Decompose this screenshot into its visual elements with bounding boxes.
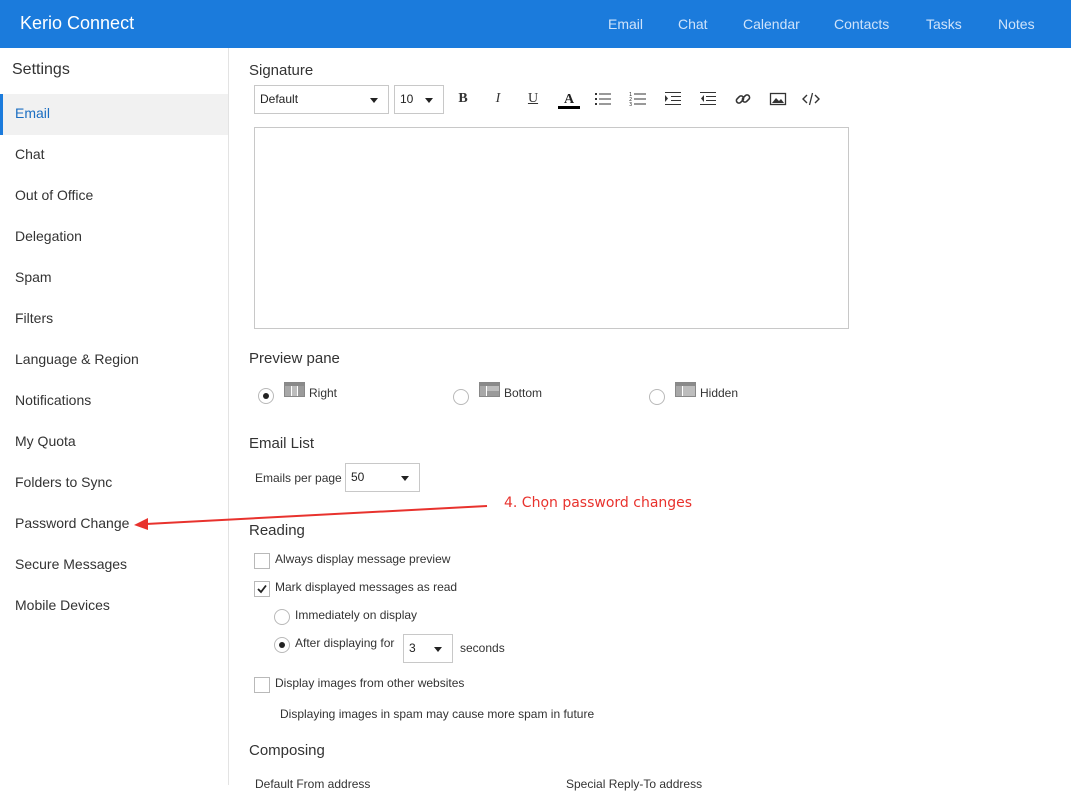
checkmark-icon [257,584,267,594]
sidebar-item-chat[interactable]: Chat [0,135,228,176]
delay-seconds-select[interactable]: 3 [403,634,453,663]
preview-bottom-radio[interactable] [453,389,469,405]
sidebar-item-filters[interactable]: Filters [0,299,228,340]
font-size-select[interactable]: 10 [394,85,444,114]
reading-title: Reading [249,522,305,539]
italic-icon[interactable]: I [486,88,510,110]
delay-seconds-value: 3 [409,641,416,655]
sidebar-item-label: Language & Region [15,351,139,367]
emails-per-page-select[interactable]: 50 [345,463,420,492]
mark-read-checkbox[interactable] [254,581,270,597]
sidebar-item-out-of-office[interactable]: Out of Office [0,176,228,217]
sidebar-item-my-quota[interactable]: My Quota [0,422,228,463]
sidebar-item-label: Folders to Sync [15,474,113,490]
sidebar-item-label: Out of Office [15,187,94,203]
nav-tasks[interactable]: Tasks [926,16,962,32]
nav-chat[interactable]: Chat [678,16,708,32]
immediately-label: Immediately on display [295,608,418,622]
mark-read-label: Mark displayed messages as read [275,580,458,594]
preview-pane-title: Preview pane [249,350,340,367]
bold-icon[interactable]: B [451,88,475,110]
sidebar-item-label: Notifications [15,392,92,408]
email-list-title: Email List [249,435,315,452]
link-icon[interactable] [731,88,755,110]
composing-title: Composing [249,742,325,759]
nav-contacts[interactable]: Contacts [834,16,889,32]
default-from-label: Default From address [255,777,371,791]
chevron-down-icon [401,476,409,481]
annotation-text: 4. Chọn password changes [504,495,693,511]
chevron-down-icon [434,647,442,652]
preview-right-radio[interactable] [258,388,274,404]
reply-to-label: Special Reply-To address [566,777,703,791]
sidebar-item-folders-to-sync[interactable]: Folders to Sync [0,463,228,504]
signature-title: Signature [249,62,314,79]
font-family-value: Default [260,92,299,106]
sidebar-item-label: My Quota [15,433,76,449]
display-images-label: Display images from other websites [275,676,465,690]
chevron-down-icon [425,98,433,103]
image-icon[interactable] [766,88,790,110]
sidebar-item-language-region[interactable]: Language & Region [0,340,228,381]
preview-hidden-label: Hidden [700,386,739,400]
preview-right-icon [284,382,305,397]
sidebar-item-label: Secure Messages [15,556,128,572]
font-color-icon[interactable]: A [557,88,581,110]
preview-hidden-icon [675,382,696,397]
source-code-icon[interactable] [799,88,823,110]
sidebar-item-label: Email [15,105,51,121]
font-family-select[interactable]: Default [254,85,389,114]
after-displaying-radio[interactable] [274,637,290,653]
underline-icon[interactable]: U [521,88,545,110]
preview-right-label: Right [309,386,338,400]
top-bar: Kerio Connect Email Chat Calendar Contac… [0,0,1071,48]
sidebar-item-label: Chat [15,146,45,162]
settings-sidebar: Settings Email Chat Out of Office Delega… [0,48,229,785]
nav-email[interactable]: Email [608,16,643,32]
sidebar-item-delegation[interactable]: Delegation [0,217,228,258]
seconds-label: seconds [460,641,505,655]
sidebar-item-notifications[interactable]: Notifications [0,381,228,422]
emails-per-page-label: Emails per page [255,471,342,485]
immediately-radio[interactable] [274,609,290,625]
sidebar-item-mobile-devices[interactable]: Mobile Devices [0,586,228,627]
emails-per-page-value: 50 [351,470,365,484]
sidebar-item-password-change[interactable]: Password Change [0,504,228,545]
preview-hidden-radio[interactable] [649,389,665,405]
nav-notes[interactable]: Notes [998,16,1035,32]
indent-icon[interactable] [661,88,685,110]
always-preview-label: Always display message preview [275,552,451,566]
sidebar-item-label: Password Change [15,515,130,531]
preview-bottom-icon [479,382,500,397]
signature-editor[interactable] [254,127,849,329]
sidebar-item-email[interactable]: Email [0,94,228,135]
sidebar-item-secure-messages[interactable]: Secure Messages [0,545,228,586]
display-images-checkbox[interactable] [254,677,270,693]
after-displaying-label: After displaying for [295,636,395,650]
spam-images-note: Displaying images in spam may cause more… [280,707,595,721]
svg-text:A: A [564,92,575,107]
always-preview-checkbox[interactable] [254,553,270,569]
bulleted-list-icon[interactable] [591,88,615,110]
preview-bottom-label: Bottom [504,386,543,400]
sidebar-item-label: Filters [15,310,54,326]
sidebar-item-label: Spam [15,269,52,285]
chevron-down-icon [370,98,378,103]
svg-text:3: 3 [629,102,632,108]
sidebar-title: Settings [12,61,70,78]
sidebar-item-spam[interactable]: Spam [0,258,228,299]
outdent-icon[interactable] [696,88,720,110]
numbered-list-icon[interactable]: 1 2 3 [626,88,650,110]
font-size-value: 10 [400,92,414,106]
sidebar-item-label: Mobile Devices [15,597,110,613]
app-title: Kerio Connect [20,13,135,33]
sidebar-item-label: Delegation [15,228,82,244]
nav-calendar[interactable]: Calendar [743,16,800,32]
